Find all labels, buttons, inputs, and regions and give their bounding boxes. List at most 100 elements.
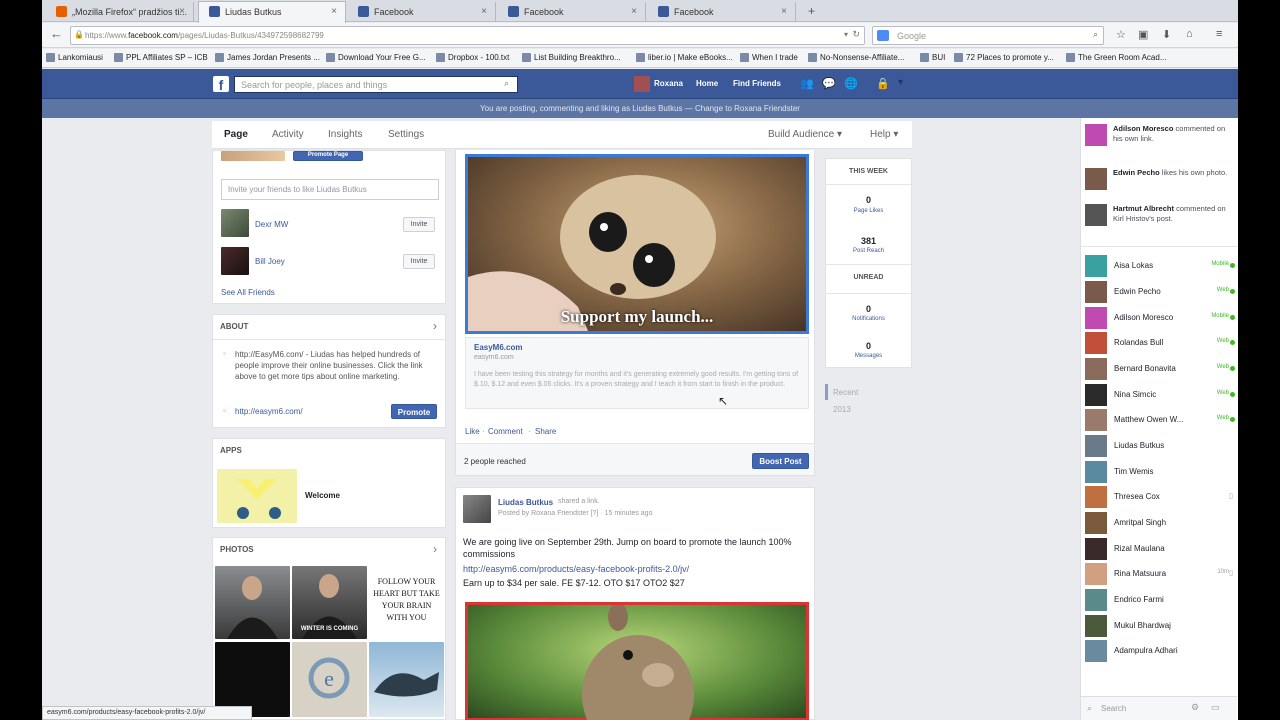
find-friends-link[interactable]: Find Friends bbox=[733, 79, 781, 88]
ticker-item[interactable]: Edwin Pecho likes his own photo. bbox=[1085, 168, 1235, 198]
invite-button[interactable]: Invite bbox=[403, 217, 435, 232]
tab-page[interactable]: Page bbox=[224, 129, 248, 140]
bookmark[interactable]: When I trade bbox=[740, 53, 798, 62]
link-preview[interactable]: EasyM6.com easym6.com I have been testin… bbox=[465, 337, 809, 409]
photo-thumbnail[interactable] bbox=[215, 566, 290, 639]
photo-quote[interactable]: FOLLOW YOUR HEART BUT TAKE YOUR BRAIN WI… bbox=[369, 566, 444, 639]
friend-name[interactable]: Bill Joey bbox=[255, 257, 285, 266]
lock-icon[interactable]: 🔒 bbox=[876, 77, 890, 90]
chat-contact[interactable]: Thresea Cox ▯ bbox=[1085, 486, 1235, 508]
chat-contact[interactable]: Matthew Owen W... Web bbox=[1085, 409, 1235, 431]
build-audience-menu[interactable]: Build Audience ▾ bbox=[768, 129, 842, 140]
messages-label[interactable]: Messages bbox=[826, 353, 911, 359]
boost-post-button[interactable]: Boost Post bbox=[752, 453, 809, 469]
browser-tab[interactable]: Facebook × bbox=[498, 2, 646, 22]
timeline-year[interactable]: 2013 bbox=[833, 405, 851, 414]
search-bar[interactable]: Google ⌕ bbox=[872, 26, 1104, 45]
chat-contact[interactable]: Tim Wemis bbox=[1085, 461, 1235, 483]
search-icon[interactable]: ⌕ bbox=[504, 78, 509, 89]
back-icon[interactable]: ← bbox=[50, 26, 63, 41]
avatar[interactable] bbox=[634, 76, 650, 92]
help-menu[interactable]: Help ▾ bbox=[870, 129, 898, 140]
facebook-logo[interactable]: f bbox=[213, 76, 229, 93]
page-likes-label[interactable]: Page Likes bbox=[826, 208, 911, 214]
photo-thumbnail[interactable]: WINTER IS COMING bbox=[292, 566, 367, 639]
bookmark[interactable]: No-Nonsense-Affiliate... bbox=[808, 53, 904, 62]
see-all-friends-link[interactable]: See All Friends bbox=[221, 288, 275, 297]
browser-tab[interactable]: Facebook × bbox=[348, 2, 496, 22]
chat-contact[interactable]: Bernard Bonavita Web bbox=[1085, 358, 1235, 380]
browser-tab[interactable]: Facebook × bbox=[648, 2, 796, 22]
share-link[interactable]: Share bbox=[535, 427, 556, 436]
gear-icon[interactable]: ⚙ bbox=[1191, 702, 1199, 713]
post-image[interactable]: Support my launch... bbox=[465, 154, 809, 334]
chat-contact[interactable]: Liudas Butkus bbox=[1085, 435, 1235, 457]
star-icon[interactable]: ☆ bbox=[1116, 28, 1126, 41]
notifications-icon[interactable]: 🌐 bbox=[844, 77, 858, 90]
bookmark[interactable]: Dropbox - 100.txt bbox=[436, 53, 509, 62]
settings-dropdown-icon[interactable]: ▾ bbox=[898, 77, 903, 88]
comment-link[interactable]: Comment bbox=[488, 427, 523, 436]
chat-contact[interactable]: Aisa Lokas Mobile bbox=[1085, 255, 1235, 277]
notifications-label[interactable]: Notifications bbox=[826, 316, 911, 322]
chat-contact[interactable]: Edwin Pecho Web bbox=[1085, 281, 1235, 303]
post-author[interactable]: Liudas Butkus bbox=[498, 498, 553, 507]
photo-thumbnail[interactable] bbox=[369, 642, 444, 717]
close-tab-icon[interactable]: × bbox=[331, 6, 337, 17]
promote-button[interactable]: Promote bbox=[391, 404, 437, 419]
photo-thumbnail[interactable]: e bbox=[292, 642, 367, 717]
chat-search-input[interactable]: Search bbox=[1101, 704, 1126, 713]
chat-contact[interactable]: Adampulra Adhari bbox=[1085, 640, 1235, 662]
invite-input[interactable]: Invite your friends to like Liudas Butku… bbox=[221, 179, 439, 200]
post-reach-label[interactable]: Post Reach bbox=[826, 248, 911, 254]
promote-page-button[interactable]: Promote Page bbox=[293, 151, 363, 161]
close-tab-icon[interactable]: × bbox=[179, 6, 185, 17]
tab-insights[interactable]: Insights bbox=[328, 129, 362, 140]
post-link[interactable]: http://easym6.com/products/easy-facebook… bbox=[463, 564, 689, 574]
sidebar-toggle-icon[interactable]: ▭ bbox=[1211, 702, 1220, 713]
facebook-search-input[interactable]: Search for people, places and things bbox=[234, 76, 518, 93]
notifications-value[interactable]: 0 bbox=[826, 304, 911, 314]
close-tab-icon[interactable]: × bbox=[481, 6, 487, 17]
chat-contact[interactable]: Rizal Maulana bbox=[1085, 538, 1235, 560]
chat-contact[interactable]: Nina Simcic Web bbox=[1085, 384, 1235, 406]
clipboard-icon[interactable]: ▣ bbox=[1138, 28, 1148, 41]
friend-requests-icon[interactable]: 👥 bbox=[800, 77, 814, 90]
bookmark[interactable]: List Building Breakthro... bbox=[522, 53, 621, 62]
chat-contact[interactable]: Mukul Bhardwaj bbox=[1085, 615, 1235, 637]
post-reach-value[interactable]: 381 bbox=[826, 236, 911, 246]
timeline-recent[interactable]: Recent bbox=[833, 388, 858, 397]
bookmark[interactable]: liber.io | Make eBooks... bbox=[636, 53, 733, 62]
chevron-right-icon[interactable]: › bbox=[433, 542, 437, 556]
like-link[interactable]: Like bbox=[465, 427, 480, 436]
friend-name[interactable]: Dexr MW bbox=[255, 220, 288, 229]
chat-contact[interactable]: Rolandas Bull Web bbox=[1085, 332, 1235, 354]
close-tab-icon[interactable]: × bbox=[781, 6, 787, 17]
browser-tab[interactable]: „Mozilla Firefox“ pradžios ti... × bbox=[46, 2, 194, 22]
reload-icon[interactable]: ↻ bbox=[852, 29, 860, 40]
link-title[interactable]: EasyM6.com bbox=[474, 343, 522, 352]
bookmark[interactable]: PPL Affiliates SP – ICB bbox=[114, 53, 208, 62]
chat-contact[interactable]: Rina Matsuura 10m ▯ bbox=[1085, 563, 1235, 585]
bookmark[interactable]: Lankomiausi bbox=[46, 53, 103, 62]
close-tab-icon[interactable]: × bbox=[631, 6, 637, 17]
home-icon[interactable]: ⌂ bbox=[1186, 28, 1193, 40]
chat-contact[interactable]: Adilson Moresco Mobile bbox=[1085, 307, 1235, 329]
invite-button[interactable]: Invite bbox=[403, 254, 435, 269]
profile-link[interactable]: Roxana bbox=[654, 79, 683, 88]
url-bar[interactable]: 🔒 https://www.facebook.com/pages/Liudas-B… bbox=[70, 26, 865, 45]
chat-contact[interactable]: Amritpal Singh bbox=[1085, 512, 1235, 534]
dropdown-icon[interactable]: ▾ bbox=[844, 30, 848, 39]
home-link[interactable]: Home bbox=[696, 79, 718, 88]
website-link[interactable]: http://easym6.com/ bbox=[235, 407, 303, 416]
chat-contact[interactable]: Endrico Farmi bbox=[1085, 589, 1235, 611]
ticker-item[interactable]: Adilson Moresco commented on his own lin… bbox=[1085, 124, 1235, 158]
page-likes-value[interactable]: 0 bbox=[826, 195, 911, 205]
bookmark[interactable]: The Green Room Acad... bbox=[1066, 53, 1167, 62]
post-image[interactable] bbox=[465, 602, 809, 720]
download-icon[interactable]: ⬇ bbox=[1162, 28, 1171, 41]
tab-settings[interactable]: Settings bbox=[388, 129, 424, 140]
search-icon[interactable]: ⌕ bbox=[1093, 29, 1098, 40]
tab-activity[interactable]: Activity bbox=[272, 129, 304, 140]
ticker-item[interactable]: Hartmut Albrecht commented on Kirl Hrist… bbox=[1085, 204, 1235, 238]
